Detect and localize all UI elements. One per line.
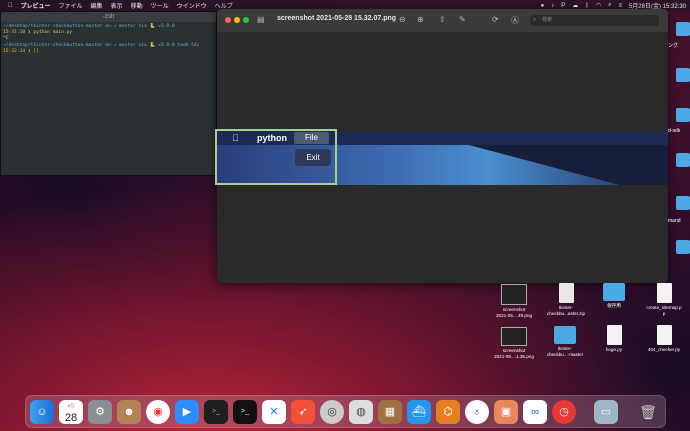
sidebar-toggle-icon[interactable]: ▤: [257, 15, 265, 24]
search-icon: ⌕: [533, 17, 537, 23]
pen-icon[interactable]: ✎: [459, 15, 466, 24]
file-label: create_sitemap.p p: [646, 305, 682, 316]
system-preferences-icon[interactable]: ⚙: [88, 400, 112, 424]
cloud-icon[interactable]: ☁: [572, 2, 578, 9]
folder-icon[interactable]: [676, 22, 690, 36]
calendar-day: 28: [64, 412, 78, 424]
desktop-label[interactable]: mand: [668, 218, 681, 224]
terminal-window[interactable]: -zsh ~/desktop/tkinter-checkbutton-maste…: [0, 11, 217, 176]
menu-edit[interactable]: 編集: [91, 1, 103, 10]
search-placeholder: 検索: [542, 17, 553, 23]
terminal-icon[interactable]: >_: [204, 400, 228, 424]
file-label: tkinter- checkbu...-master: [546, 346, 584, 357]
desktop-label[interactable]: ング: [668, 42, 678, 49]
terminal-title: -zsh: [1, 12, 216, 22]
terminal-line: ~/desktop/tkinter-checkbutton-master on …: [3, 24, 175, 29]
menu-file[interactable]: ファイル: [59, 1, 83, 10]
calendar-icon[interactable]: 5月 28: [59, 400, 83, 424]
desktop-file[interactable]: screenshot 2021-05....1.35.png: [489, 327, 539, 359]
minimize-icon[interactable]: [234, 17, 240, 23]
markup-icon[interactable]: Ⓐ: [511, 15, 519, 26]
zip-file-icon: [558, 283, 574, 303]
vscode-icon[interactable]: ✕: [262, 400, 286, 424]
folder-icon: [603, 283, 625, 301]
desktop-file[interactable]: 保存用: [589, 283, 639, 309]
archive-icon[interactable]: ▦: [378, 400, 402, 424]
image-file-icon: [501, 327, 527, 346]
search-icon[interactable]: ⌕: [608, 2, 611, 9]
quicktime-icon[interactable]: ◎: [320, 400, 344, 424]
trash-icon[interactable]: 🗑: [636, 400, 660, 424]
file-label: screenshot 2021-05....49.png: [495, 307, 532, 318]
file-label: tkinter- checkbu...aster.zip: [546, 305, 586, 316]
terminal2-icon[interactable]: >_: [233, 400, 257, 424]
php-file-icon: [656, 283, 672, 303]
search-field[interactable]: ⌕ 検索: [530, 15, 659, 26]
menu-preview[interactable]: プレビュー: [21, 1, 51, 10]
record-icon[interactable]: ●: [541, 3, 545, 9]
disk-utility-icon[interactable]: ◍: [349, 400, 373, 424]
desktop-file[interactable]: tkinter- checkbu...aster.zip: [541, 283, 591, 316]
desktop-file[interactable]: hoge.py: [589, 325, 639, 353]
image-file-icon: [501, 284, 527, 305]
desktop-file[interactable]: 404_checker.py: [639, 325, 689, 353]
folder-icon[interactable]: [676, 108, 690, 122]
sourcetree-icon[interactable]: ♁: [465, 400, 489, 424]
folder-icon[interactable]: [676, 153, 690, 167]
desktop-file[interactable]: tkinter- checkbu...-master: [540, 326, 590, 357]
infinity-icon[interactable]: ∞: [523, 400, 547, 424]
desktop-file[interactable]: create_sitemap.p p: [639, 283, 689, 316]
folder-icon: [554, 326, 576, 344]
python-file-icon: [656, 325, 672, 345]
file-label: hoge.py: [605, 347, 623, 352]
swift-icon[interactable]: ➶: [291, 400, 315, 424]
zoom-app-icon[interactable]: ▶: [175, 400, 199, 424]
terminal-line: ^C: [3, 36, 9, 42]
highlight-box: [215, 129, 337, 185]
desktop-file[interactable]: screenshot 2021-05....49.png: [489, 284, 539, 318]
finder-icon[interactable]: ☺: [30, 400, 54, 424]
ai-app-icon[interactable]: ▣: [494, 400, 518, 424]
terminal-line: 15:31:10 ❯ python main.py: [3, 30, 73, 36]
dock: ☺ 5月 28 ⚙ ☻ ◉ ▶ >_ >_ ✕ ➶ ◎ ◍ ▦ ⛴ ⌬ ♁ ▣ …: [25, 395, 666, 428]
paypal-icon[interactable]: P: [561, 3, 565, 9]
apple-menu-icon[interactable]: : [8, 3, 13, 9]
folder-icon[interactable]: [676, 196, 690, 210]
control-center-icon[interactable]: ≡: [618, 3, 622, 9]
network-icon[interactable]: ⌬: [436, 400, 460, 424]
menu-tools[interactable]: ツール: [151, 1, 169, 10]
preview-toolbar: ▤ screenshot 2021-05-28 15.32.07.png ⊖ ⊕…: [217, 9, 668, 32]
file-label: 404_checker.py: [647, 347, 681, 352]
zoom-icon[interactable]: [243, 17, 249, 23]
file-label: screenshot 2021-05....1.35.png: [494, 348, 534, 359]
rotate-icon[interactable]: ⟳: [492, 15, 499, 24]
desktop-label[interactable]: d-sdk: [668, 128, 680, 134]
music-icon[interactable]: ♪: [551, 3, 554, 9]
window-title: screenshot 2021-05-28 15.32.07.png: [277, 15, 397, 22]
zoom-out-icon[interactable]: ⊖: [399, 15, 406, 24]
close-icon[interactable]: [225, 17, 231, 23]
docker-icon[interactable]: ⛴: [407, 400, 431, 424]
python-file-icon: [606, 325, 622, 345]
share-icon[interactable]: ⇪: [439, 15, 446, 24]
menu-view[interactable]: 表示: [111, 1, 123, 10]
calendar-month: 5月: [67, 403, 75, 408]
chrome-icon[interactable]: ◉: [146, 400, 170, 424]
terminal-line: ~/desktop/tkinter-checkbutton-master on …: [3, 42, 200, 48]
folder-icon[interactable]: [676, 240, 690, 254]
screenshot-icon[interactable]: ▭: [594, 400, 618, 424]
zoom-in-icon[interactable]: ⊕: [417, 15, 424, 24]
file-label: 保存用: [607, 303, 621, 308]
terminal-output[interactable]: ~/desktop/tkinter-checkbutton-master on …: [3, 24, 214, 55]
menu-window[interactable]: ウインドウ: [177, 1, 207, 10]
folder-icon[interactable]: [676, 68, 690, 82]
menu-go[interactable]: 移動: [131, 1, 143, 10]
terminal-line: 15:32:14 ❯ []: [3, 48, 39, 54]
wifi-icon[interactable]: ◠: [596, 2, 601, 9]
clock-icon[interactable]: ◷: [552, 400, 576, 424]
contacts-icon[interactable]: ☻: [117, 400, 141, 424]
bluetooth-icon[interactable]: ᛒ: [585, 3, 589, 9]
